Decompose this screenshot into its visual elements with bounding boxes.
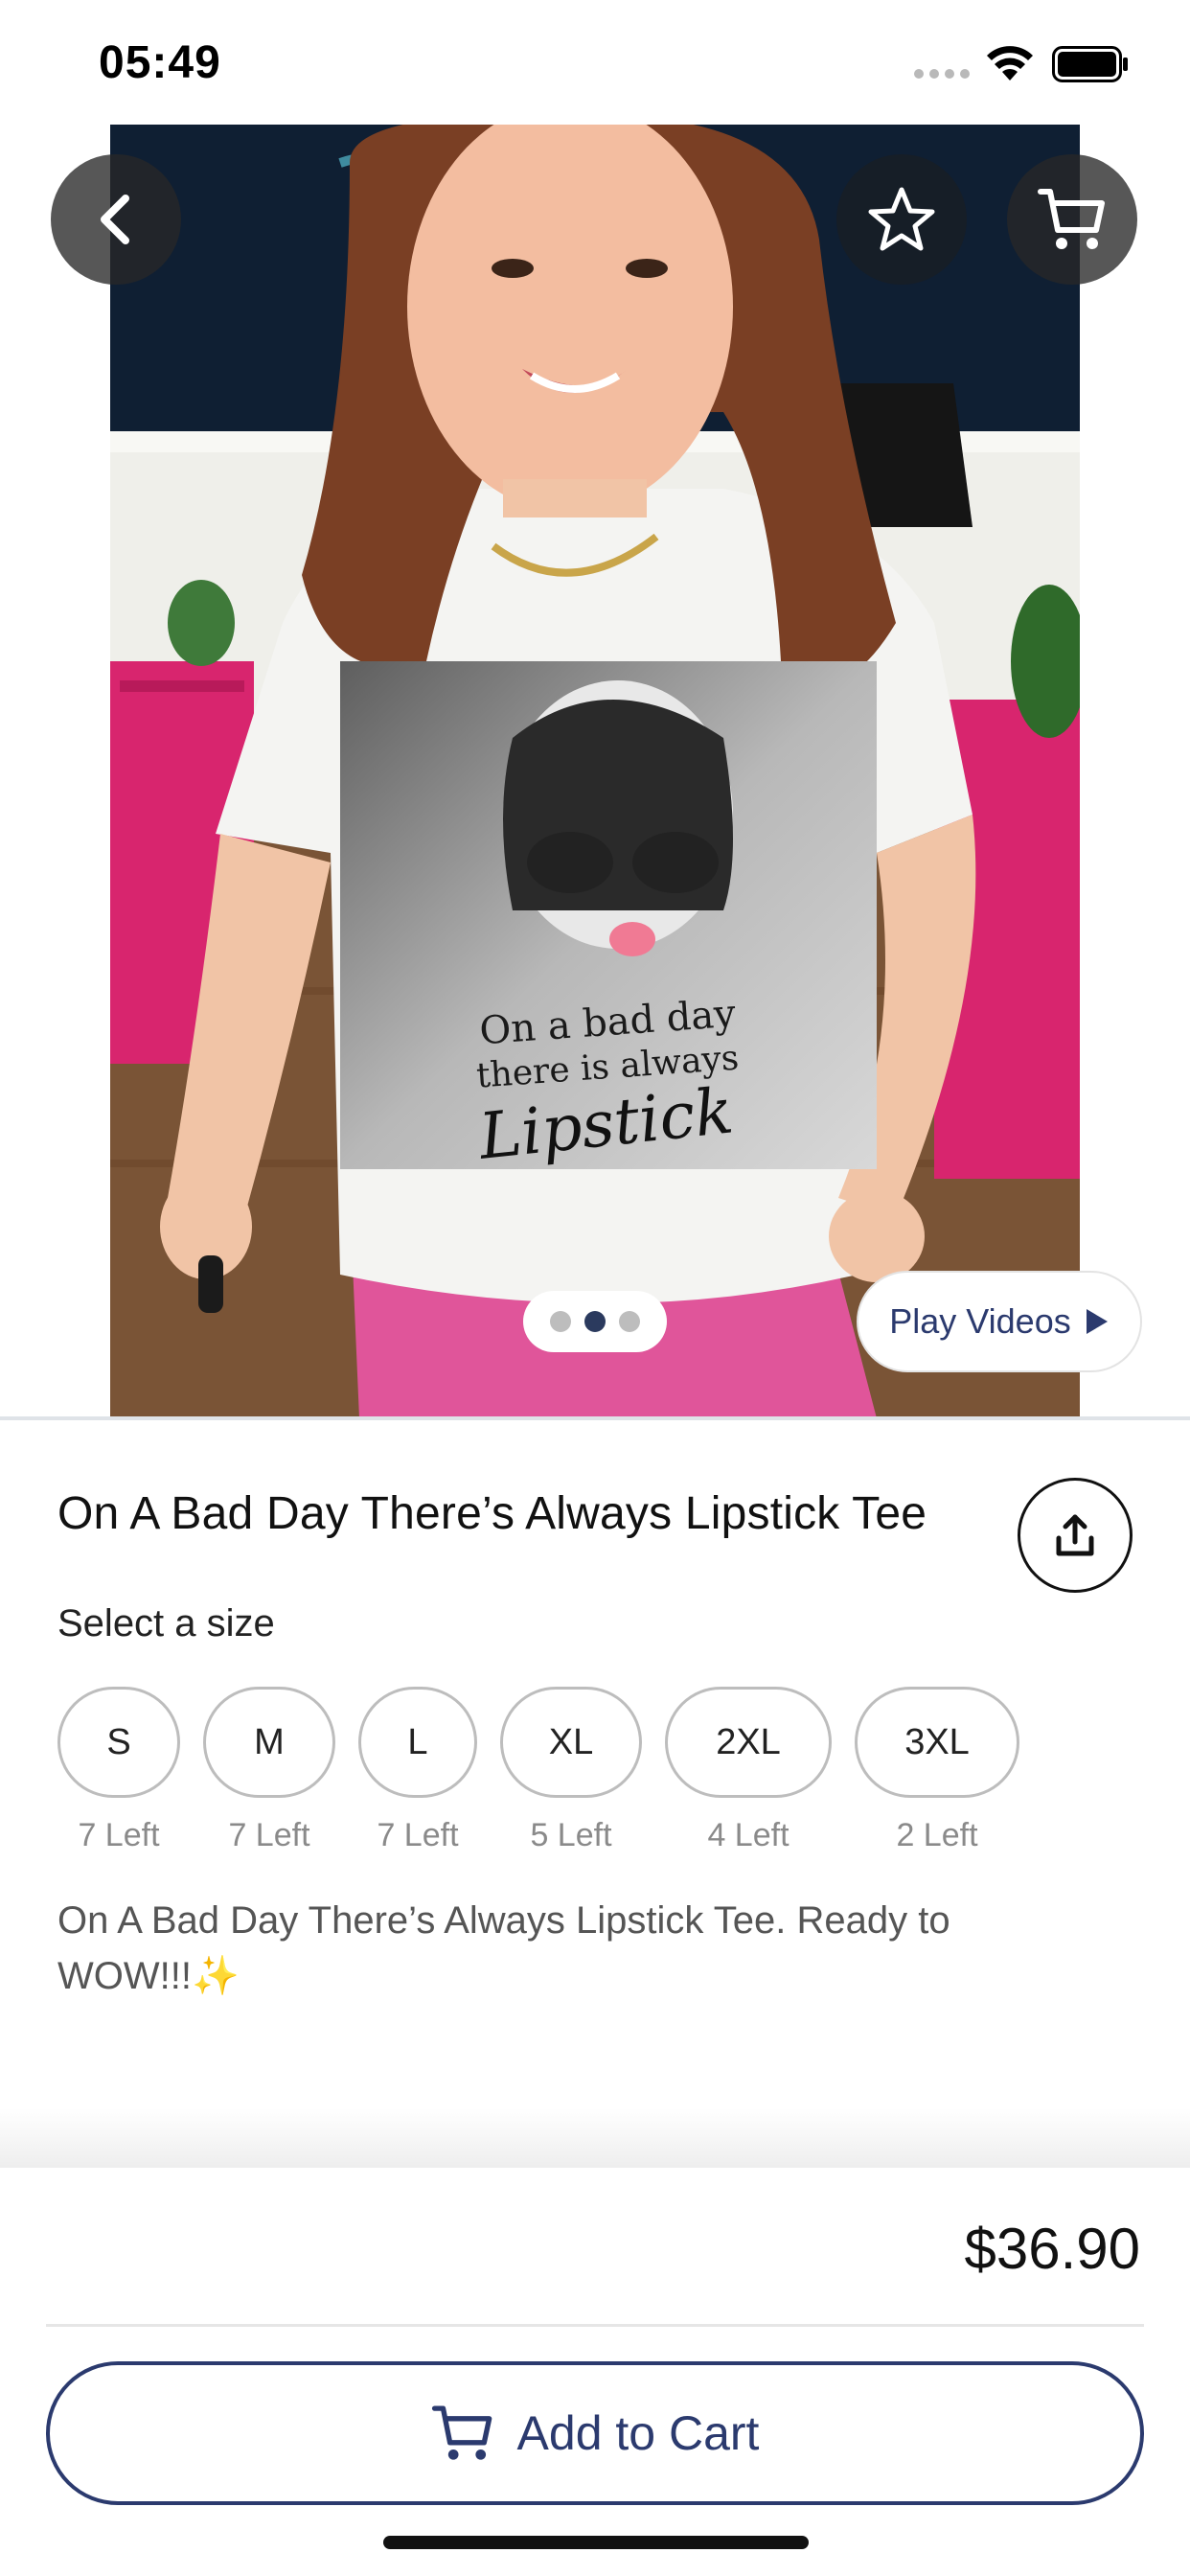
pager-dot-active[interactable] <box>584 1311 606 1332</box>
size-option-s[interactable]: S <box>57 1687 180 1798</box>
size-option-l[interactable]: L <box>358 1687 477 1798</box>
share-icon <box>1056 1514 1094 1556</box>
cart-icon <box>431 2405 492 2460</box>
size-stock-3xl: 2 Left <box>896 1817 978 1853</box>
status-time: 05:49 <box>99 37 221 88</box>
star-icon <box>868 187 935 251</box>
size-stock-m: 7 Left <box>228 1817 310 1853</box>
product-title: On A Bad Day There’s Always Lipstick Tee <box>57 1488 927 1539</box>
size-option-m[interactable]: M <box>203 1687 335 1798</box>
add-to-cart-button[interactable]: Add to Cart <box>46 2361 1144 2505</box>
image-divider <box>0 1416 1190 1420</box>
size-stock-xl: 5 Left <box>530 1817 612 1853</box>
wifi-icon <box>987 46 1033 80</box>
play-icon <box>1086 1309 1108 1334</box>
pager-dot[interactable] <box>550 1311 571 1332</box>
size-stock-s: 7 Left <box>78 1817 160 1853</box>
product-image[interactable]: On a bad day there is always Lipstick <box>110 125 1080 1418</box>
pager-dot[interactable] <box>619 1311 640 1332</box>
size-option-2xl[interactable]: 2XL <box>665 1687 832 1798</box>
battery-icon <box>1052 46 1128 82</box>
favorite-button[interactable] <box>836 154 967 285</box>
add-to-cart-label: Add to Cart <box>516 2406 760 2460</box>
cellular-signal-icon <box>914 69 970 80</box>
size-stock-l: 7 Left <box>377 1817 459 1853</box>
size-option-3xl[interactable]: 3XL <box>855 1687 1019 1798</box>
status-bar: 05:49 <box>0 0 1190 126</box>
size-option-xl[interactable]: XL <box>500 1687 642 1798</box>
play-videos-button[interactable]: Play Videos <box>857 1271 1142 1372</box>
chevron-left-icon <box>101 195 129 244</box>
product-price: $36.90 <box>964 2217 1140 2281</box>
home-indicator[interactable] <box>383 2536 809 2549</box>
price-divider <box>46 2324 1144 2327</box>
size-stock-2xl: 4 Left <box>707 1817 790 1853</box>
play-videos-label: Play Videos <box>889 1301 1071 1341</box>
size-heading: Select a size <box>57 1602 275 1644</box>
cart-button[interactable] <box>1007 154 1137 285</box>
share-button[interactable] <box>1018 1478 1133 1593</box>
image-pager[interactable] <box>523 1291 667 1352</box>
bottom-bar-shadow <box>0 2108 1190 2168</box>
back-button[interactable] <box>51 154 181 285</box>
cart-icon <box>1038 189 1105 249</box>
product-description: On A Bad Day There’s Always Lipstick Tee… <box>57 1899 950 1997</box>
